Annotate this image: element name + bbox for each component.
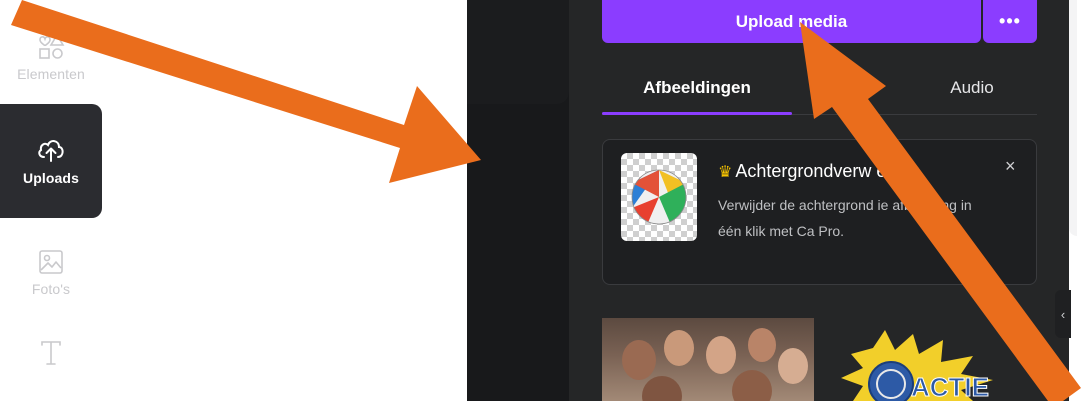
arrow-to-uploads: [11, 0, 481, 183]
annotation-arrows: [11, 0, 1081, 401]
arrow-to-upload-media: [800, 22, 1081, 401]
